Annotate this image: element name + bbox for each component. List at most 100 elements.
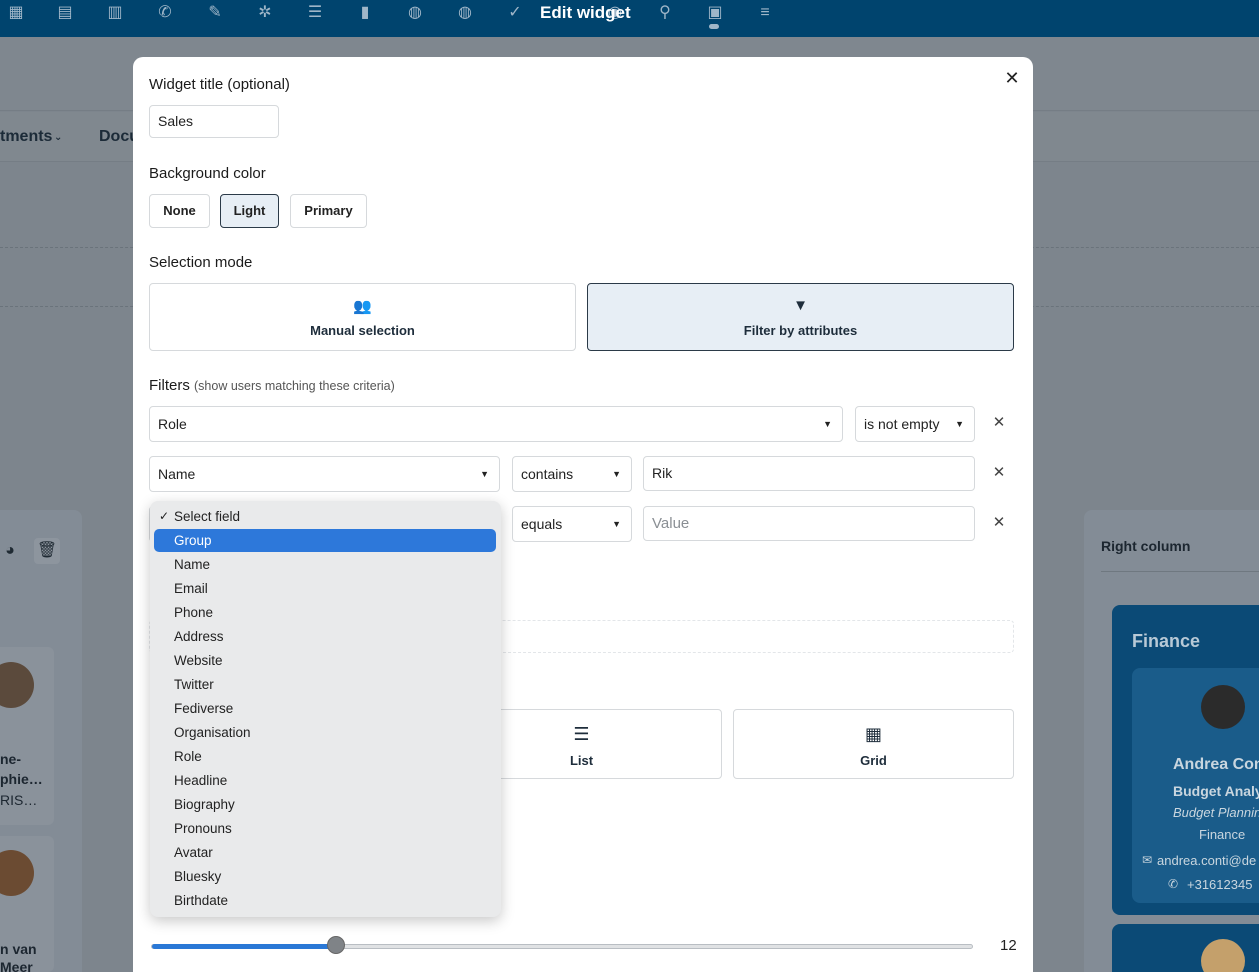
limit-slider[interactable] bbox=[151, 944, 973, 949]
dropdown-option[interactable]: Address bbox=[154, 625, 496, 648]
filters-label: Filters (show users matching these crite… bbox=[149, 377, 395, 394]
filter-field-select[interactable]: Role ▼ bbox=[149, 406, 843, 442]
chevron-down-icon: ▼ bbox=[612, 469, 621, 479]
finance-title: Finance bbox=[1132, 631, 1201, 651]
avatar bbox=[1201, 939, 1245, 972]
list-icon[interactable]: ☰ bbox=[304, 2, 326, 24]
dropdown-option[interactable]: Pronouns bbox=[154, 817, 496, 840]
chevron-down-icon: ▼ bbox=[480, 469, 489, 479]
filter-icon: ▼ bbox=[793, 297, 808, 314]
background-card: ne- phie… RIS… bbox=[0, 647, 54, 825]
globe-icon[interactable]: ◍ bbox=[404, 2, 426, 24]
dropdown-option-label: Organisation bbox=[174, 725, 251, 740]
dropdown-option[interactable]: Birthdate bbox=[154, 889, 496, 912]
dropdown-option[interactable]: Group bbox=[154, 529, 496, 552]
bar-chart-icon[interactable]: ▮ bbox=[354, 2, 376, 24]
check-icon[interactable]: ✓ bbox=[504, 2, 526, 24]
dropdown-option[interactable]: Bluesky bbox=[154, 865, 496, 888]
selection-mode-label: Selection mode bbox=[149, 254, 253, 271]
dropdown-option[interactable]: Website bbox=[154, 649, 496, 672]
dropdown-option-label: Select field bbox=[174, 509, 241, 524]
chevron-down-icon: ⌄ bbox=[54, 132, 63, 143]
nav-item-departments: tments bbox=[0, 128, 53, 145]
dropdown-option[interactable]: Avatar bbox=[154, 841, 496, 864]
palette-icon: ◕ bbox=[5, 542, 15, 559]
mode-label: Manual selection bbox=[310, 323, 415, 338]
mode-manual-selection[interactable]: 👥 Manual selection bbox=[149, 283, 576, 351]
stack-icon[interactable]: ▥ bbox=[104, 2, 126, 24]
megaphone-icon[interactable]: ✆ bbox=[154, 2, 176, 24]
background-left-column: ◕ 🗑 ne- phie… RIS… n van Meer bbox=[0, 510, 82, 972]
align-icon[interactable]: ≡ bbox=[754, 2, 776, 24]
right-column-title: Right column bbox=[1101, 538, 1191, 554]
dropdown-option-label: Avatar bbox=[174, 845, 213, 860]
filter-operator-select[interactable]: contains ▼ bbox=[512, 456, 632, 492]
users-plus-icon: 👥 bbox=[353, 298, 372, 315]
layout-label: Grid bbox=[860, 753, 887, 768]
layout-option-grid[interactable]: ▦ Grid bbox=[733, 709, 1014, 779]
dropdown-option-label: Website bbox=[174, 653, 223, 668]
dropdown-option-label: Biography bbox=[174, 797, 235, 812]
remove-filter-icon[interactable]: ✕ bbox=[989, 463, 1009, 483]
close-icon[interactable]: ✕ bbox=[1001, 67, 1023, 89]
filter-operator-select[interactable]: is not empty ▼ bbox=[855, 406, 975, 442]
avatar bbox=[1201, 685, 1245, 729]
slider-value: 12 bbox=[1000, 937, 1017, 954]
dropdown-option-label: Birthdate bbox=[174, 893, 229, 908]
filter-field-select[interactable]: Name ▼ bbox=[149, 456, 500, 492]
field-dropdown-list: ✓ Select field Group Name Email Phone Address W… bbox=[150, 501, 501, 917]
slider-handle[interactable] bbox=[326, 936, 345, 954]
dropdown-option-label: Role bbox=[174, 749, 202, 764]
filters-hint: (show users matching these criteria) bbox=[194, 379, 395, 393]
chevron-down-icon: ▼ bbox=[955, 419, 964, 429]
bg-option-light[interactable]: Light bbox=[220, 194, 279, 228]
dropdown-option-label: Headline bbox=[174, 773, 228, 788]
mode-filter-by-attributes[interactable]: ▼ Filter by attributes bbox=[587, 283, 1014, 351]
dropdown-option-label: Pronouns bbox=[174, 821, 232, 836]
dropdown-option[interactable]: ✓ Select field bbox=[154, 505, 496, 528]
bg-option-primary[interactable]: Primary bbox=[290, 194, 367, 228]
phone-icon: ✆ bbox=[1168, 877, 1179, 891]
check-icon: ✓ bbox=[159, 509, 170, 523]
pencil-icon[interactable]: ✎ bbox=[204, 2, 226, 24]
mode-label: Filter by attributes bbox=[743, 323, 858, 338]
dropdown-option[interactable]: Fediverse bbox=[154, 697, 496, 720]
top-toolbar: ▦ ▤ ▥ ✆ ✎ ✲ ☰ ▮ ◍ ◍ ✓ ◉ ⚲ ▣ ≡ Edit widge… bbox=[0, 0, 1259, 37]
active-indicator bbox=[709, 24, 719, 29]
bg-option-none[interactable]: None bbox=[149, 194, 210, 228]
dropdown-option[interactable]: Biography bbox=[154, 793, 496, 816]
dropdown-option[interactable]: Name bbox=[154, 553, 496, 576]
widget-title-input[interactable]: Sales bbox=[149, 105, 279, 138]
divider bbox=[1101, 571, 1259, 572]
background-card: n van Meer bbox=[0, 836, 54, 972]
document-icon[interactable]: ▤ bbox=[54, 2, 76, 24]
dropdown-option-label: Name bbox=[174, 557, 211, 572]
dropdown-option[interactable]: Email bbox=[154, 577, 496, 600]
avatar bbox=[0, 850, 34, 896]
form-icon[interactable]: ▣ bbox=[704, 2, 726, 24]
dropdown-option-label: Bluesky bbox=[174, 869, 222, 884]
background-color-label: Background color bbox=[149, 165, 266, 182]
slider-fill bbox=[152, 944, 337, 949]
mail-icon: ✉ bbox=[1142, 853, 1153, 867]
dropdown-option[interactable]: Phone bbox=[154, 601, 496, 624]
dropdown-option-label: Address bbox=[174, 629, 224, 644]
grid-icon: ▦ bbox=[864, 724, 882, 744]
page-title: Edit widget bbox=[540, 3, 631, 22]
filter-operator-select[interactable]: equals ▼ bbox=[512, 506, 632, 542]
remove-filter-icon[interactable]: ✕ bbox=[989, 413, 1009, 433]
remove-filter-icon[interactable]: ✕ bbox=[989, 513, 1009, 533]
globe-icon[interactable]: ◍ bbox=[454, 2, 476, 24]
dropdown-option-label: Fediverse bbox=[174, 701, 234, 716]
dropdown-option[interactable]: Organisation bbox=[154, 721, 496, 744]
dropdown-option[interactable]: Twitter bbox=[154, 673, 496, 696]
key-icon[interactable]: ⚲ bbox=[654, 2, 676, 24]
avatar bbox=[0, 662, 34, 708]
filter-value-input[interactable]: Rik bbox=[643, 456, 975, 491]
hub-icon[interactable]: ✲ bbox=[254, 2, 276, 24]
dropdown-option[interactable]: Headline bbox=[154, 769, 496, 792]
calendar-icon[interactable]: ▦ bbox=[5, 2, 27, 24]
dropdown-option-label: Phone bbox=[174, 605, 214, 620]
dropdown-option[interactable]: Role bbox=[154, 745, 496, 768]
filter-value-input[interactable]: Value bbox=[643, 506, 975, 541]
